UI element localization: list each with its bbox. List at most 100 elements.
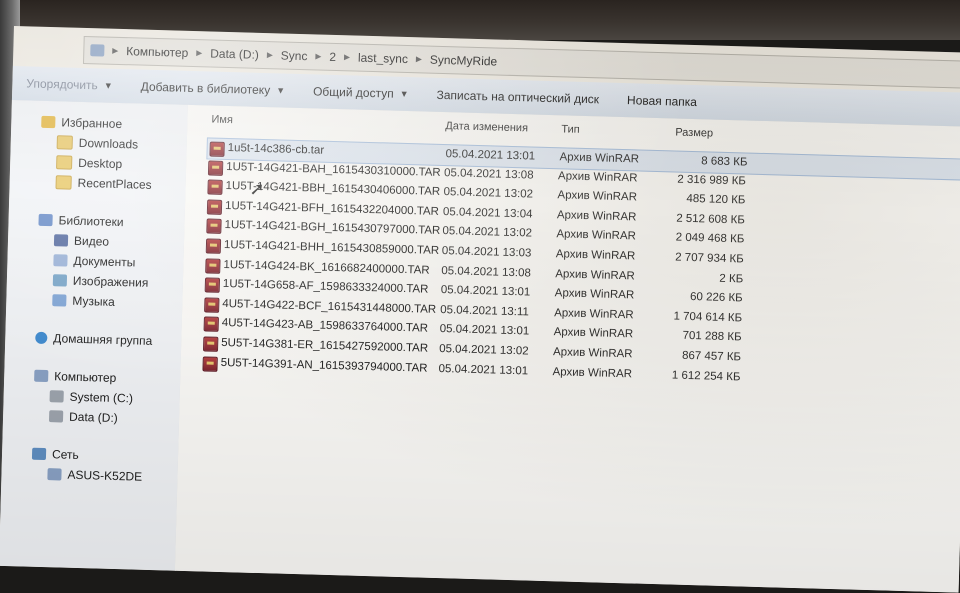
winrar-archive-icon — [203, 316, 219, 333]
homegroup-icon — [35, 331, 48, 345]
file-type: Архив WinRAR — [557, 189, 638, 204]
nav-desktop-label: Desktop — [78, 155, 123, 172]
file-type: Архив WinRAR — [552, 346, 633, 361]
nav-asus-pc[interactable]: ASUS-K52DE — [47, 467, 142, 484]
nav-recent-places[interactable]: RecentPlaces — [55, 175, 152, 192]
file-date: 05.04.2021 13:02 — [443, 186, 534, 201]
file-type: Архив WinRAR — [556, 228, 637, 243]
organize-label: Упорядочить — [26, 76, 98, 93]
winrar-archive-icon — [202, 355, 218, 372]
file-size: 2 049 468 КБ — [675, 231, 745, 246]
add-to-library-button[interactable]: Добавить в библиотеку ▼ — [127, 79, 300, 98]
file-date: 05.04.2021 13:04 — [442, 205, 533, 221]
file-size: 867 457 КБ — [681, 349, 742, 364]
nav-recent-label: RecentPlaces — [77, 175, 152, 192]
nav-asus-label: ASUS-K52DE — [67, 467, 143, 484]
nav-images-label: Изображения — [72, 273, 149, 290]
winrar-archive-icon — [207, 160, 224, 176]
nav-favorites[interactable]: Избранное — [41, 115, 122, 131]
documents-icon — [53, 254, 68, 267]
file-type: Архив WinRAR — [557, 169, 638, 185]
share-label: Общий доступ — [312, 84, 394, 101]
nav-system-drive[interactable]: System (C:) — [49, 389, 133, 405]
breadcrumb-sync[interactable]: Sync — [281, 48, 308, 63]
breadcrumb-2[interactable]: 2 — [329, 50, 336, 64]
file-list: Имя Дата изменения Тип Размер 1u5t-14c38… — [174, 104, 960, 593]
file-date: 05.04.2021 13:01 — [439, 323, 530, 338]
file-size: 8 683 КБ — [701, 155, 748, 169]
file-date: 05.04.2021 13:08 — [441, 264, 532, 280]
new-folder-button[interactable]: Новая папка — [613, 93, 711, 110]
file-size: 485 120 КБ — [686, 193, 746, 207]
organize-button[interactable]: Упорядочить ▼ — [12, 76, 127, 93]
file-type: Архив WinRAR — [553, 326, 634, 341]
drive-icon — [48, 410, 64, 423]
nav-images[interactable]: Изображения — [52, 273, 149, 290]
mouse-cursor-icon: ➚ — [249, 178, 265, 200]
winrar-archive-icon — [209, 141, 225, 157]
file-date: 05.04.2021 13:02 — [442, 225, 533, 240]
nav-libraries[interactable]: Библиотеки — [38, 213, 124, 230]
nav-documents-label: Документы — [73, 253, 136, 270]
chevron-right-icon: ► — [341, 51, 353, 63]
file-size: 2 316 989 КБ — [677, 173, 747, 188]
breadcrumb-data-drive[interactable]: Data (D:) — [210, 46, 259, 61]
column-header-type[interactable]: Тип — [561, 123, 580, 136]
desktop-icon — [56, 155, 73, 170]
file-size: 2 707 934 КБ — [675, 251, 744, 266]
file-name: 1U5T-14G421-BGH_1615430797000.TAR — [224, 219, 441, 238]
breadcrumb-computer[interactable]: Компьютер — [126, 44, 188, 60]
winrar-archive-icon — [206, 218, 222, 235]
file-name: 1u5t-14c386-cb.tar — [227, 142, 325, 157]
file-date: 05.04.2021 13:11 — [440, 303, 530, 319]
chevron-right-icon: ► — [194, 47, 205, 59]
file-name: 1U5T-14G424-BK_1616682400000.TAR — [223, 258, 430, 277]
library-icon — [38, 213, 53, 227]
breadcrumb-last-sync[interactable]: last_sync — [358, 51, 408, 66]
nav-computer-label: Компьютер — [54, 369, 117, 385]
explorer-window: ► Компьютер ► Data (D:) ► Sync ► 2 ► las… — [0, 26, 960, 593]
file-date: 05.04.2021 13:02 — [438, 342, 529, 358]
nav-data-drive[interactable]: Data (D:) — [48, 409, 118, 426]
add-to-library-label: Добавить в библиотеку — [140, 79, 271, 98]
navigation-pane: Избранное Downloads Desktop RecentPlaces… — [0, 99, 189, 571]
winrar-archive-icon — [206, 199, 223, 215]
nav-desktop[interactable]: Desktop — [56, 155, 122, 171]
share-button[interactable]: Общий доступ ▼ — [299, 84, 423, 101]
video-icon — [53, 234, 69, 247]
file-date: 05.04.2021 13:08 — [443, 166, 534, 182]
burn-label: Записать на оптический диск — [436, 87, 600, 107]
nav-data-label: Data (D:) — [68, 409, 118, 426]
nav-homegroup[interactable]: Домашняя группа — [35, 331, 152, 348]
column-header-size[interactable]: Размер — [675, 127, 713, 140]
burn-button[interactable]: Записать на оптический диск — [422, 87, 613, 107]
nav-documents[interactable]: Документы — [53, 253, 135, 269]
nav-computer[interactable]: Компьютер — [34, 369, 117, 385]
star-icon — [41, 115, 56, 129]
nav-video[interactable]: Видео — [53, 233, 110, 249]
network-icon — [31, 447, 47, 461]
winrar-archive-icon — [202, 336, 219, 352]
file-size: 701 288 КБ — [682, 330, 742, 344]
nav-libraries-label: Библиотеки — [58, 213, 124, 230]
chevron-right-icon: ► — [264, 49, 275, 61]
file-size: 1 704 614 КБ — [673, 310, 743, 325]
computer-icon — [34, 369, 49, 383]
column-header-date[interactable]: Дата изменения — [445, 120, 528, 134]
pictures-icon — [52, 274, 68, 287]
chevron-down-icon: ▼ — [103, 80, 113, 91]
nav-network[interactable]: Сеть — [31, 447, 79, 462]
winrar-archive-icon — [205, 258, 221, 274]
breadcrumb-syncmyride[interactable]: SyncMyRide — [430, 53, 498, 69]
nav-video-label: Видео — [73, 233, 110, 249]
nav-music[interactable]: Музыка — [52, 293, 115, 309]
winrar-archive-icon — [204, 277, 221, 294]
nav-downloads[interactable]: Downloads — [56, 135, 139, 152]
chevron-right-icon: ► — [313, 50, 324, 63]
chevron-down-icon: ▼ — [276, 85, 286, 96]
winrar-archive-icon — [207, 179, 223, 196]
file-type: Архив WinRAR — [554, 287, 635, 302]
chevron-right-icon: ► — [110, 45, 121, 57]
column-header-name[interactable]: Имя — [211, 114, 233, 127]
file-date: 05.04.2021 13:03 — [441, 245, 532, 260]
